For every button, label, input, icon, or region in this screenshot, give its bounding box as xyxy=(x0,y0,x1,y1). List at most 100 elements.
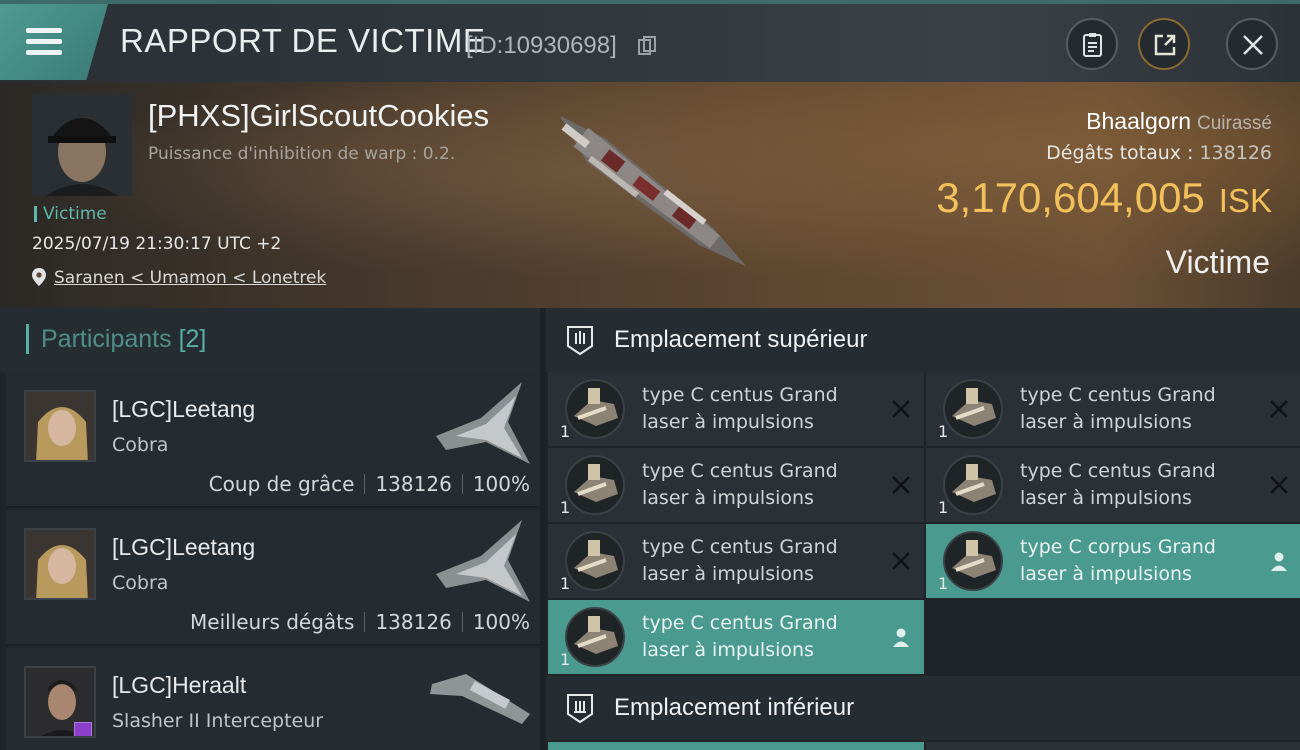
header-accent-line xyxy=(0,0,1300,4)
participant-ship-image xyxy=(436,520,530,602)
module-item[interactable]: 1 type C corpus Grand laser à impulsions xyxy=(926,524,1300,598)
destroyed-x-icon xyxy=(892,400,910,418)
report-id: [ID:10930698] xyxy=(466,32,617,59)
pulse-laser-icon xyxy=(943,455,1003,515)
location-link[interactable]: Saranen < Umamon < Lonetrek xyxy=(54,268,326,288)
participant-ship-image xyxy=(430,674,530,724)
participant-stat-label: Meilleurs dégâts xyxy=(190,610,355,634)
modules-panel: Emplacement supérieur 1 type C centus Gr… xyxy=(546,308,1300,750)
participant-ship: Slasher II Intercepteur xyxy=(112,710,324,732)
module-item[interactable]: 1 type C centus Grand laser à impulsions xyxy=(548,524,924,598)
isk-amount: 3,170,604,005 xyxy=(936,174,1205,221)
destroyed-x-icon xyxy=(892,476,910,494)
dropped-person-icon xyxy=(1271,552,1287,571)
participant-percent: 100% xyxy=(472,472,530,496)
close-button[interactable] xyxy=(1226,18,1278,70)
participant-row[interactable]: [LGC]Leetang Cobra Coup de grâce 138126 10… xyxy=(6,372,540,508)
separator xyxy=(364,612,366,632)
pulse-laser-icon xyxy=(565,455,625,515)
pulse-laser-icon xyxy=(565,531,625,591)
location-pin-icon xyxy=(32,268,46,286)
module-name-line: laser à impulsions xyxy=(642,563,814,585)
participants-count: [2] xyxy=(178,325,207,353)
participant-ship-image xyxy=(436,382,530,464)
destroyed-x-icon xyxy=(1270,400,1288,418)
killmail-window: RAPPORT DE VICTIME [ID:10930698] [PHXS]G… xyxy=(0,0,1300,750)
pulse-laser-icon xyxy=(565,607,625,667)
separator xyxy=(461,474,463,494)
participant-name: [LGC]Leetang xyxy=(112,534,256,560)
pulse-laser-icon xyxy=(943,379,1003,439)
separator xyxy=(364,474,366,494)
module-quantity: 1 xyxy=(560,498,571,517)
menu-button[interactable] xyxy=(0,4,108,80)
module-name: type C centus Grand laser à impulsions xyxy=(1020,458,1260,512)
module-item[interactable]: 1 type C centus Grand laser à impulsions xyxy=(926,372,1300,446)
victim-portrait[interactable] xyxy=(32,94,132,196)
module-name-line: type C centus Grand xyxy=(642,384,838,406)
participant-avatar xyxy=(24,666,96,738)
module-name: type C centus Grand laser à impulsions xyxy=(642,534,882,588)
module-name-line: type C centus Grand xyxy=(1020,460,1216,482)
participant-percent: 100% xyxy=(472,610,530,634)
destroyed-x-icon xyxy=(1270,476,1288,494)
participant-damage: 138126 xyxy=(375,610,452,634)
damage-value: 138126 xyxy=(1199,142,1272,164)
module-item[interactable] xyxy=(926,742,1300,750)
victim-name[interactable]: [PHXS]GirlScoutCookies xyxy=(148,98,489,134)
isk-value: 3,170,604,005 ISK xyxy=(936,174,1272,222)
close-icon xyxy=(1243,35,1263,55)
clipboard-icon xyxy=(1083,33,1102,57)
module-name-line: type C centus Grand xyxy=(642,612,838,634)
destroyed-x-icon xyxy=(892,552,910,570)
module-name-line: laser à impulsions xyxy=(642,411,814,433)
ship-class-text: Cuirassé xyxy=(1197,113,1272,134)
module-item[interactable] xyxy=(548,742,924,750)
participants-title: Participants [2] xyxy=(26,324,206,354)
module-name-line: laser à impulsions xyxy=(642,639,814,661)
participant-ship: Cobra xyxy=(112,572,169,594)
module-name: type C centus Grand laser à impulsions xyxy=(1020,382,1260,436)
module-name-line: type C centus Grand xyxy=(642,536,838,558)
victim-ship-image[interactable] xyxy=(520,100,780,290)
clipboard-button[interactable] xyxy=(1066,18,1118,70)
participant-row[interactable]: [LGC]Heraalt Slasher II Intercepteur xyxy=(6,648,540,750)
total-damage: Dégâts totaux :138126 xyxy=(1046,142,1272,164)
victim-banner: [PHXS]GirlScoutCookies Puissance d'inhib… xyxy=(0,82,1300,308)
module-quantity: 1 xyxy=(938,498,949,517)
participant-damage: 138126 xyxy=(375,472,452,496)
share-button[interactable] xyxy=(1138,18,1190,70)
participant-name: [LGC]Leetang xyxy=(112,396,256,422)
module-name: type C centus Grand laser à impulsions xyxy=(642,458,882,512)
victim-role-label: Victime xyxy=(1165,244,1270,280)
copy-icon[interactable] xyxy=(638,36,656,56)
module-quantity: 1 xyxy=(938,422,949,441)
participant-avatar xyxy=(24,390,96,462)
module-item[interactable]: 1 type C centus Grand laser à impulsions xyxy=(548,372,924,446)
module-item[interactable]: 1 type C centus Grand laser à impulsions xyxy=(548,600,924,674)
kill-datetime: 2025/07/19 21:30:17 UTC +2 xyxy=(32,234,282,254)
participant-row[interactable]: [LGC]Leetang Cobra Meilleurs dégâts 13812… xyxy=(6,510,540,646)
participant-name: [LGC]Heraalt xyxy=(112,672,247,698)
module-quantity: 1 xyxy=(938,574,949,593)
header-bar: RAPPORT DE VICTIME [ID:10930698] xyxy=(0,0,1300,82)
module-item[interactable]: 1 type C centus Grand laser à impulsions xyxy=(548,448,924,522)
pulse-laser-icon xyxy=(565,379,625,439)
high-slot-icon xyxy=(567,326,593,356)
isk-unit: ISK xyxy=(1218,182,1272,219)
dropped-person-icon xyxy=(893,628,909,647)
page-title: RAPPORT DE VICTIME xyxy=(120,22,486,59)
share-icon xyxy=(1154,34,1176,56)
module-name-line: type C centus Grand xyxy=(642,460,838,482)
participants-panel: Participants [2] [LGC]Leetang Cobra Coup… xyxy=(0,308,540,750)
participant-stat-label: Coup de grâce xyxy=(208,472,355,496)
module-quantity: 1 xyxy=(560,422,571,441)
menu-icon xyxy=(26,28,62,56)
victim-ship-name[interactable]: Bhaalgorn Cuirassé xyxy=(1086,108,1272,135)
module-name-line: laser à impulsions xyxy=(1020,487,1192,509)
high-slot-header: Emplacement supérieur xyxy=(546,308,1300,372)
corp-badge-icon xyxy=(74,722,92,736)
module-item[interactable]: 1 type C centus Grand laser à impulsions xyxy=(926,448,1300,522)
module-quantity: 1 xyxy=(560,650,571,669)
module-quantity: 1 xyxy=(560,574,571,593)
